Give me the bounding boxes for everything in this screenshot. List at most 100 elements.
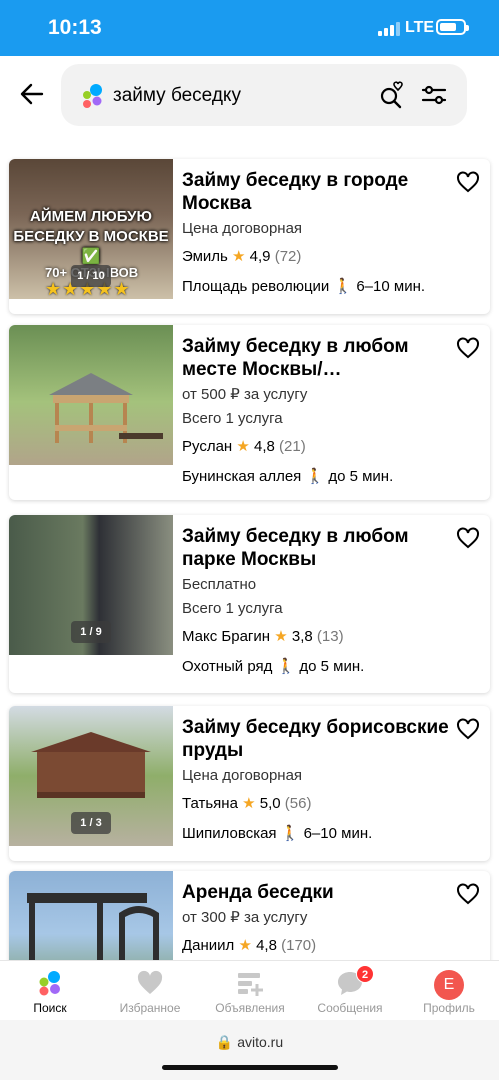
walking-icon: 🚶 [333,278,353,295]
unread-badge: 2 [356,965,374,983]
browser-url-bar[interactable]: 🔒 avito.ru [0,1020,499,1080]
star-icon: ★ [274,628,288,645]
seller-info: Руслан ★ 4,8 (21) [182,437,452,457]
gazebo-photo [49,373,163,443]
location: Охотный ряд 🚶 до 5 мин. [182,657,452,677]
listing-photo[interactable]: 1 / 9 [9,515,173,655]
home-indicator[interactable] [162,1065,338,1070]
url-domain: avito.ru [237,1034,284,1050]
tab-listings[interactable]: Объявления [200,961,300,1021]
avito-logo-icon [83,84,102,108]
bottom-tab-bar: Поиск Избранное Объявления 2 Сообщения E… [0,960,499,1020]
location: Шипиловская 🚶 6–10 мин. [182,824,452,844]
tab-label: Избранное [119,1001,181,1015]
walk-time: до 5 мин. [299,658,365,675]
photo-counter: 1 / 10 [71,265,111,287]
seller-name: Татьяна [182,795,238,812]
heart-icon [137,970,163,994]
url-text[interactable]: 🔒 avito.ru [0,1034,499,1051]
listing-price: от 300 ₽ за услугу [182,909,308,926]
seller-rating: 5,0 [259,795,281,812]
listing-photo[interactable]: 1 / 3 [9,706,173,846]
metro-station: Бунинская аллея [182,468,302,485]
search-query[interactable]: займу беседку [113,85,241,107]
tab-search[interactable]: Поиск [0,961,100,1021]
location: Бунинская аллея 🚶 до 5 мин. [182,467,452,487]
gazebo-photo [27,893,159,971]
listing-services: Всего 1 услуга [182,600,283,617]
favorite-heart-icon[interactable] [456,337,480,359]
review-count: (170) [281,937,317,954]
listing-price: от 500 ₽ за услугу [182,386,308,403]
photo-counter: 1 / 9 [71,621,111,643]
photo-counter: 1 / 3 [71,812,111,834]
listing-title[interactable]: Займу беседку борисовские пруды [182,716,452,762]
listing-card[interactable]: 1 / 9 Займу беседку в любом парке Москвы… [9,515,490,693]
listing-title[interactable]: Займу беседку в городе Москва [182,169,452,215]
walking-icon: 🚶 [305,468,325,485]
favorite-heart-icon[interactable] [456,527,480,549]
back-arrow-icon[interactable] [18,80,46,108]
tab-favorites[interactable]: Избранное [100,961,200,1021]
seller-name: Даниил [182,937,235,954]
listing-card[interactable]: АЙМЕМ ЛЮБУЮ БЕСЕДКУ В МОСКВЕ ✅ 70+ ОТЗЫВ… [9,159,490,314]
listing-title[interactable]: Аренда беседки [182,881,452,904]
listing-title[interactable]: Займу беседку в любом парке Москвы [182,525,452,571]
walking-icon: 🚶 [280,825,300,842]
location: Площадь революции 🚶 6–10 мин. [182,277,452,297]
review-count: (72) [274,248,302,265]
photo-caption: АЙМЕМ ЛЮБУЮ БЕСЕДКУ В МОСКВЕ ✅ [13,208,169,265]
listing-photo[interactable] [9,871,173,971]
metro-station: Охотный ряд [182,658,273,675]
seller-name: Макс Брагин [182,628,271,645]
walking-icon: 🚶 [276,658,296,675]
tab-messages[interactable]: 2 Сообщения [300,961,400,1021]
add-listing-icon [238,973,263,996]
listing-photo[interactable] [9,325,173,465]
status-time: 10:13 [48,16,102,39]
search-bar[interactable]: займу беседку [61,64,467,126]
listing-services: Всего 1 услуга [182,410,283,427]
review-count: (13) [316,628,344,645]
saved-search-icon[interactable] [379,81,405,109]
avito-logo-icon [39,971,60,996]
favorite-heart-icon[interactable] [456,883,480,905]
seller-name: Руслан [182,438,233,455]
review-count: (21) [279,438,306,455]
battery-icon [436,19,469,35]
listing-photo[interactable]: АЙМЕМ ЛЮБУЮ БЕСЕДКУ В МОСКВЕ ✅ 70+ ОТЗЫВ… [9,159,173,299]
listing-title[interactable]: Займу беседку в любом месте Москвы/… [182,335,452,381]
star-icon: ★ [238,937,252,954]
seller-name: Эмиль [182,248,228,265]
avatar: E [434,970,464,1000]
listing-card[interactable]: Займу беседку в любом месте Москвы/… от … [9,325,490,500]
tab-label: Поиск [33,1001,67,1015]
favorite-heart-icon[interactable] [456,718,480,740]
walk-time: 6–10 мин. [303,825,373,842]
status-bar: 10:13 LTE [0,0,499,56]
tab-label: Профиль [423,1001,475,1015]
network-label: LTE [405,19,435,36]
seller-rating: 4,8 [256,937,277,954]
walk-time: до 5 мин. [328,468,394,485]
tab-label: Объявления [215,1001,285,1015]
listing-card[interactable]: Аренда беседки от 300 ₽ за услугу Даниил… [9,871,490,971]
review-count: (56) [284,795,312,812]
listing-price: Цена договорная [182,767,303,784]
seller-info: Даниил ★ 4,8 (170) [182,936,452,956]
seller-rating: 4,8 [254,438,275,455]
tab-label: Сообщения [317,1001,383,1015]
walk-time: 6–10 мин. [356,278,426,295]
signal-icon [378,22,400,36]
seller-info: Макс Брагин ★ 3,8 (13) [182,627,452,647]
filters-icon[interactable] [421,83,447,107]
listing-price: Бесплатно [182,576,257,593]
metro-station: Шипиловская [182,825,277,842]
favorite-heart-icon[interactable] [456,171,480,193]
seller-rating: 4,9 [249,248,271,265]
star-icon: ★ [232,248,246,265]
listing-card[interactable]: 1 / 3 Займу беседку борисовские пруды Це… [9,706,490,861]
tab-profile[interactable]: E Профиль [399,961,499,1021]
lock-icon: 🔒 [215,1034,234,1050]
listing-price: Цена договорная [182,220,303,237]
